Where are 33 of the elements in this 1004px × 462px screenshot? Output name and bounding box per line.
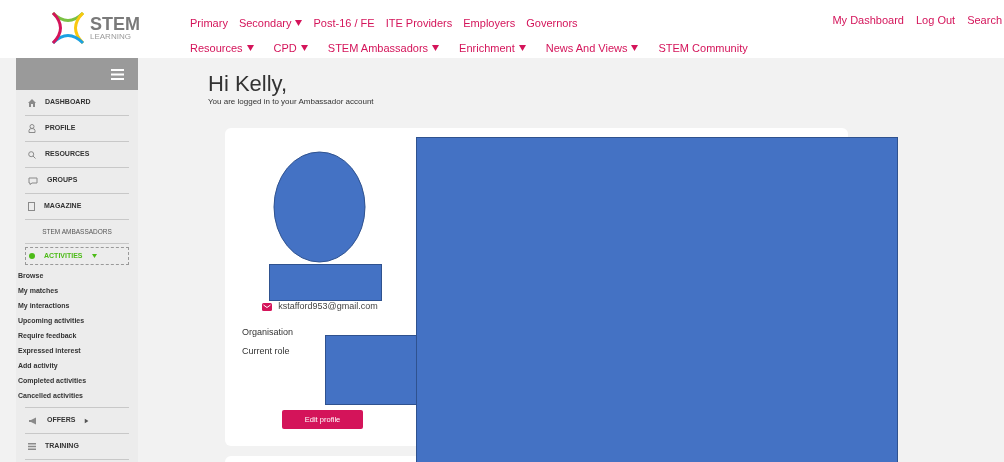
nav-link[interactable]: Employers [463,15,516,32]
dot-icon [29,253,35,259]
account-link[interactable]: Log Out [916,12,956,29]
nav-link[interactable]: CPD [273,39,297,56]
nav-link[interactable]: News And Views [545,39,628,56]
menu-icon[interactable] [111,68,124,80]
email-text: kstafford953@gmail.com [278,300,378,313]
logo-subtitle: LEARNING [90,33,132,41]
page-icon [28,202,35,211]
nav-link[interactable]: Governors [526,15,578,32]
nav-link[interactable]: Primary [190,15,228,32]
logo-icon [50,10,86,46]
field-label: Current role [242,345,291,358]
megaphone-icon [28,416,38,425]
greeting-title: Hi Kelly, [208,72,289,96]
nav-link[interactable]: Secondary [238,15,292,32]
account-link[interactable]: Search [967,12,1002,29]
nav-link[interactable]: Enrichment [459,39,515,56]
logo-title: STEM [90,15,140,33]
mail-icon [262,302,273,311]
nav-link[interactable]: ITE Providers [385,15,453,32]
list-icon [28,443,36,450]
home-icon [28,98,36,107]
account-link[interactable]: My Dashboard [832,12,904,29]
person-icon [28,124,36,133]
chat-icon [28,176,38,185]
nav-link[interactable]: STEM Ambassadors [327,39,429,56]
nav-link[interactable]: Resources [190,39,243,56]
nav-link[interactable]: STEM Community [658,39,748,56]
greeting-subtitle: You are logged in to your Ambassador account [208,96,375,108]
nav-link[interactable]: Post-16 / FE [313,15,375,32]
search-icon [28,150,36,159]
field-label: Organisation [242,325,295,339]
